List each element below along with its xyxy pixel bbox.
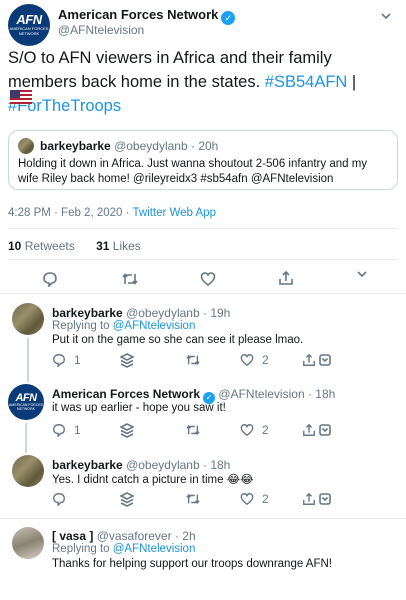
us-flag-emoji [10,90,32,104]
tweet-separator: | [347,73,357,91]
likes-count: 31 [96,239,110,253]
retweets-label: Retweets [24,239,75,253]
reply-handle[interactable]: @obeydylanb [126,306,200,320]
likes-stat[interactable]: 31 Likes [96,239,141,253]
tweet-text: S/O to AFN viewers in Africa and their f… [8,46,400,118]
divider [8,259,398,260]
chevron-down-icon[interactable] [356,266,368,284]
like-icon [240,424,254,437]
like-count: 2 [262,492,269,506]
reply-display-name[interactable]: [ vasa ] [52,529,93,543]
reply-button[interactable]: 1 [52,353,81,367]
reply-age: · 18h [307,387,336,401]
share-icon[interactable] [278,270,294,291]
quoted-handle[interactable]: @obeydylanb [114,139,188,153]
chevron-down-icon[interactable] [380,8,392,26]
share-icon[interactable] [302,423,316,442]
avatar-logo-text: AFN [16,12,42,27]
afn-avatar[interactable]: AFN AMERICAN FORCES NETWORK [8,384,44,420]
divider [8,228,398,229]
reply-icon[interactable] [52,492,66,511]
quoted-header: barkeybarke @obeydylanb · 20h [40,139,218,153]
chevron-down-icon[interactable] [319,492,331,511]
reply-text: Yes. I didnt catch a picture in time 😂😂 [52,474,254,486]
like-icon [240,354,254,367]
avatar-logo-subtext: AMERICAN FORCES NETWORK [8,403,44,411]
reply-icon [53,354,65,367]
reply-action-bar: 1 2 [0,422,406,440]
reply-header: [ vasa ] @vasaforever · 2h [52,529,196,543]
retweet-icon[interactable] [185,353,201,372]
reply-button[interactable]: 1 [52,423,81,437]
chevron-down-icon[interactable] [319,353,331,372]
tweet-timestamp: 4:28 PM · Feb 2, 2020 · Twitter Web App [8,207,216,219]
source-link[interactable]: Twitter Web App [132,207,216,219]
reply-age: · 19h [202,306,231,320]
like-icon [240,493,254,506]
stack-icon[interactable] [119,423,135,443]
reply-handle[interactable]: @AFNtelevision [218,387,304,401]
reply-action-bar: 2 [0,491,406,509]
reply-text: Put it on the game so she can see it ple… [52,334,304,346]
timestamp-text[interactable]: 4:28 PM · Feb 2, 2020 · [8,207,132,219]
verified-badge-icon: ✓ [221,11,236,25]
avatar[interactable] [12,455,44,487]
reply-header: barkeybarke @obeydylanb · 18h [52,458,230,472]
hashtag-link[interactable]: #SB54AFN [265,73,348,91]
retweets-stat[interactable]: 10 Retweets [8,239,75,253]
likes-label: Likes [112,239,141,253]
avatar[interactable] [12,527,44,559]
quoted-text: Holding it down in Africa. Just wanna sh… [18,158,368,185]
replying-to-link[interactable]: @AFNtelevision [113,543,196,555]
reply-header: barkeybarke @obeydylanb · 19h [52,306,230,320]
afn-avatar[interactable]: AFN AMERICAN FORCES NETWORK [8,4,50,46]
replying-label: Replying to [52,320,113,332]
retweet-icon[interactable] [121,271,139,292]
like-count: 2 [262,353,269,367]
reply-count: 1 [74,353,81,367]
main-action-bar [0,269,406,289]
like-button[interactable]: 2 [240,353,269,367]
chevron-down-icon[interactable] [319,423,331,442]
like-count: 2 [262,423,269,437]
reply-handle[interactable]: @vasaforever [97,529,172,543]
replying-to: Replying to @AFNtelevision [52,320,195,332]
quoted-age: · 20h [190,139,219,153]
tweet-stats: 10 Retweets 31 Likes [8,239,141,253]
quoted-display-name[interactable]: barkeybarke [40,139,111,153]
reply-handle[interactable]: @obeydylanb [126,458,200,472]
stack-icon[interactable] [119,353,135,373]
retweet-icon[interactable] [185,423,201,442]
reply-icon[interactable] [42,271,58,292]
reply-age: · 18h [202,458,231,472]
avatar-logo-text: AFN [15,392,37,404]
reply-text: Thanks for helping support our troops do… [52,558,332,570]
like-button[interactable]: 2 [240,423,269,437]
replying-label: Replying to [52,543,113,555]
reply-count: 1 [74,423,81,437]
replying-to: Replying to @AFNtelevision [52,543,195,555]
replying-to-link[interactable]: @AFNtelevision [113,320,196,332]
reply-display-name[interactable]: American Forces Network [52,387,200,401]
author-display-name: American Forces Network [58,7,219,22]
share-icon[interactable] [302,353,316,372]
divider [0,293,406,294]
reply-action-bar: 1 2 [0,352,406,370]
avatar[interactable] [12,303,44,335]
share-icon[interactable] [302,492,316,511]
reply-age: · 2h [174,529,196,543]
quoted-avatar[interactable] [18,138,34,154]
like-button[interactable]: 2 [240,492,269,506]
reply-icon [53,424,65,437]
retweets-count: 10 [8,239,22,253]
author-handle[interactable]: @AFNtelevision [58,23,144,37]
reply-text: it was up earlier - hope you saw it! [52,402,226,414]
reply-display-name[interactable]: barkeybarke [52,458,123,472]
retweet-icon[interactable] [185,492,201,511]
stack-icon[interactable] [119,492,135,512]
avatar-logo-subtext: AMERICAN FORCES NETWORK [9,26,49,36]
divider [0,518,406,519]
reply-display-name[interactable]: barkeybarke [52,306,123,320]
like-icon[interactable] [200,271,216,292]
